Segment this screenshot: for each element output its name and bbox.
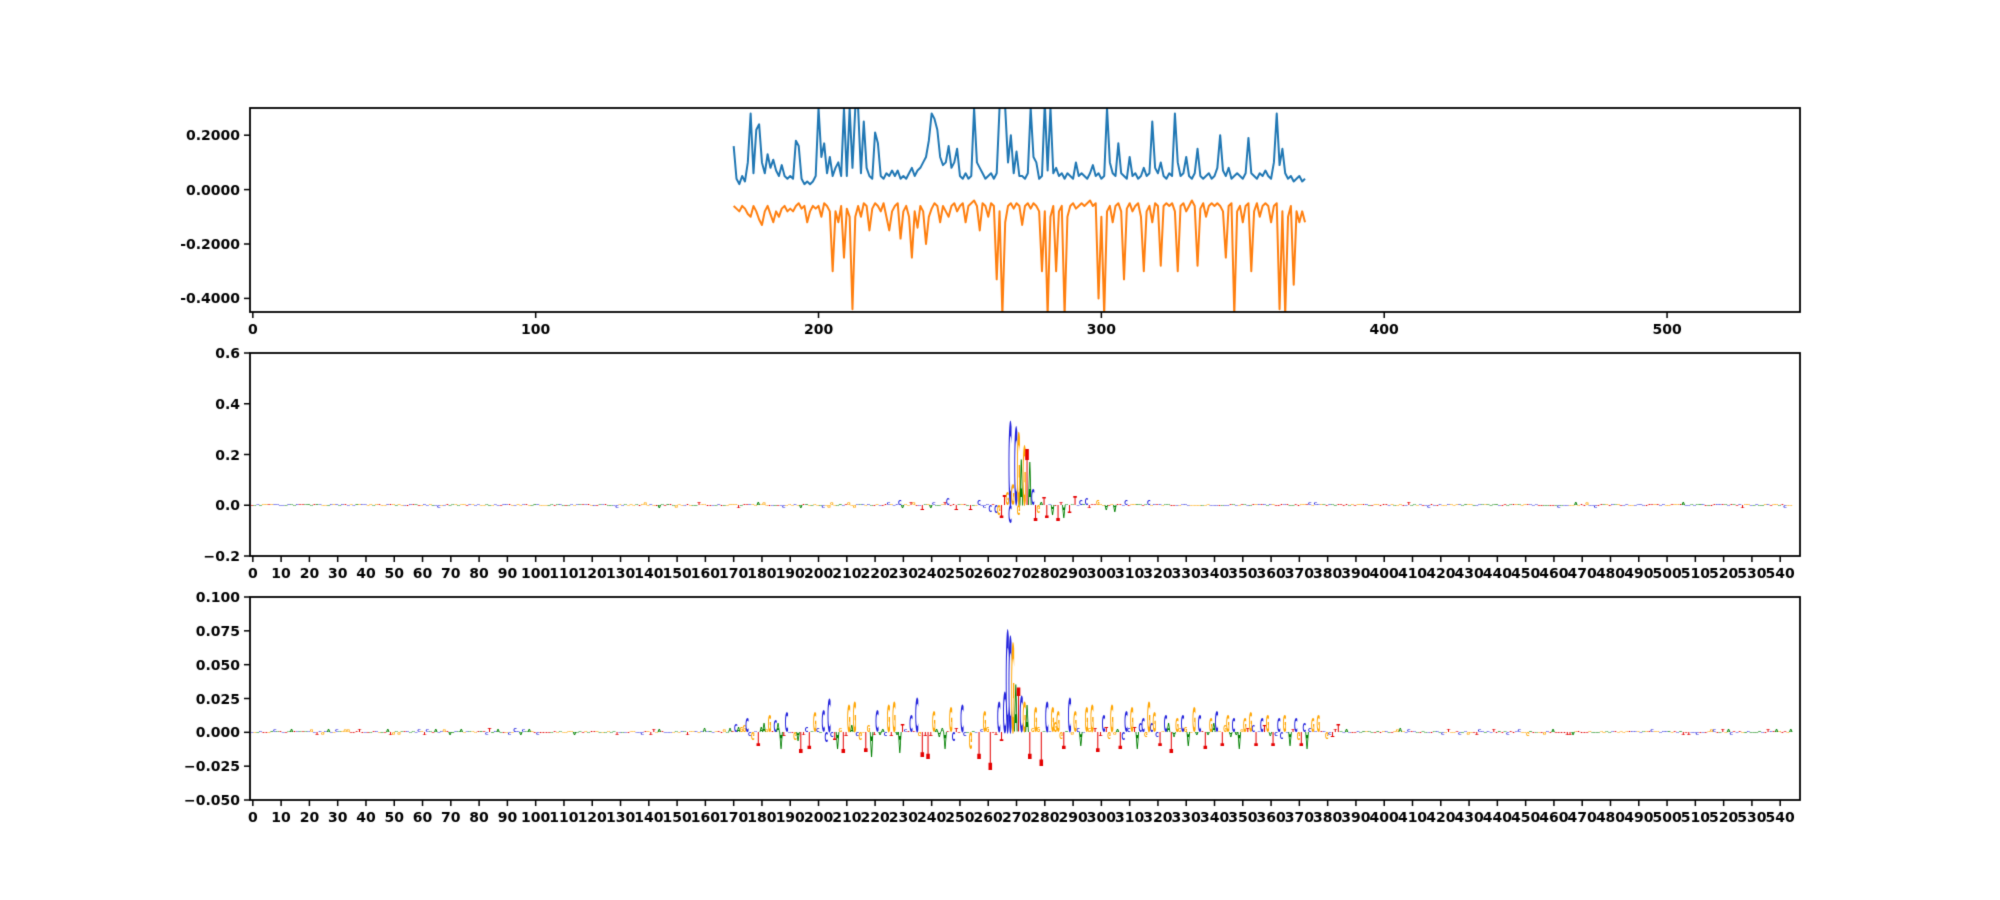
figure-canvas <box>0 0 2000 900</box>
figure <box>0 0 2000 900</box>
